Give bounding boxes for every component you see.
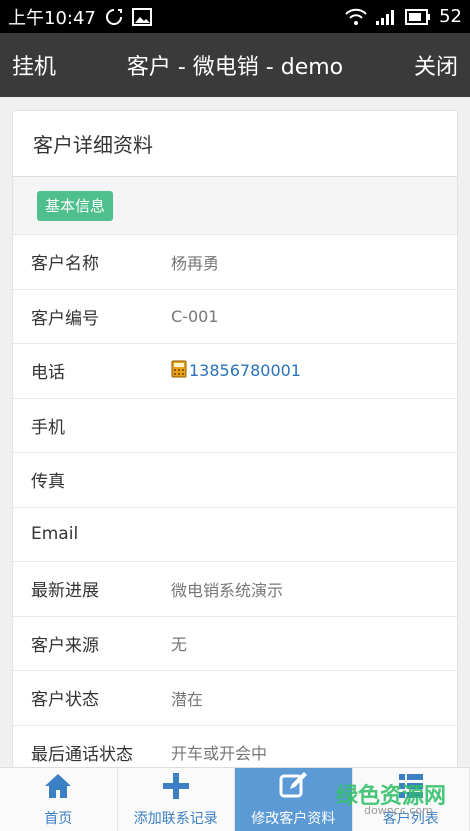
row-label: 客户状态 [31, 690, 99, 711]
status-bar: 上午10:47 52 [0, 0, 470, 33]
detail-row-progress: 最新进展 微电销系统演示 [13, 562, 457, 617]
nav-label: 首页 [44, 811, 73, 827]
row-label: 传真 [31, 472, 65, 493]
nav-home[interactable]: 首页 [0, 768, 118, 831]
row-label: 客户名称 [31, 254, 99, 275]
image-icon [131, 7, 152, 26]
status-right: 52 [345, 6, 462, 27]
phone-icon [171, 360, 187, 382]
section-header: 基本信息 [13, 177, 457, 235]
wifi-icon [345, 8, 367, 26]
plus-icon [162, 772, 190, 804]
row-value: 无 [171, 635, 188, 655]
watermark-url: downcc.com [364, 804, 433, 817]
detail-row-email: Email [13, 508, 457, 562]
section-badge: 基本信息 [37, 190, 114, 221]
battery-level: 52 [439, 6, 462, 27]
nav-edit-customer[interactable]: 修改客户资料 [235, 768, 353, 831]
nav-add-contact-record[interactable]: 添加联系记录 [118, 768, 235, 831]
page-title: 客户 - 微电销 - demo [126, 55, 344, 80]
sync-icon [104, 7, 124, 27]
customer-detail-card: 客户详细资料 基本信息 客户名称 杨再勇 客户编号 C-001 电话 13856… [12, 110, 458, 770]
row-value: 杨再勇 [171, 253, 220, 273]
row-label: Email [31, 524, 79, 545]
phone-link[interactable]: 13856780001 [171, 360, 301, 382]
detail-row-phone: 电话 13856780001 [13, 344, 457, 399]
status-time: 上午10:47 [8, 7, 96, 29]
row-value: 潜在 [171, 689, 204, 709]
nav-label: 添加联系记录 [133, 811, 218, 827]
signal-icon [375, 8, 397, 26]
detail-row-mobile: 手机 [13, 399, 457, 453]
row-value: C-001 [171, 306, 219, 326]
hangup-button[interactable]: 挂机 [12, 49, 56, 81]
detail-row-source: 客户来源 无 [13, 617, 457, 671]
detail-row-status: 客户状态 潜在 [13, 671, 457, 726]
detail-row-name: 客户名称 杨再勇 [13, 235, 457, 290]
row-label: 电话 [31, 363, 65, 384]
row-label: 客户来源 [31, 635, 99, 656]
card-title: 客户详细资料 [13, 111, 457, 177]
row-value: 微电销系统演示 [171, 580, 284, 600]
home-icon [43, 772, 73, 804]
edit-icon [279, 772, 308, 804]
close-button[interactable]: 关闭 [414, 49, 458, 81]
app-bar: 挂机 客户 - 微电销 - demo 关闭 [0, 33, 470, 97]
row-label: 手机 [31, 417, 65, 438]
detail-row-last-call: 最后通话状态 开车或开会中 [13, 726, 457, 770]
row-label: 客户编号 [31, 308, 99, 329]
nav-label: 修改客户资料 [251, 811, 336, 827]
row-label: 最新进展 [31, 581, 99, 602]
detail-row-fax: 传真 [13, 453, 457, 508]
row-value: 开车或开会中 [171, 744, 268, 764]
battery-icon [405, 8, 431, 25]
detail-row-code: 客户编号 C-001 [13, 290, 457, 344]
row-label: 最后通话状态 [31, 744, 133, 765]
status-left: 上午10:47 [8, 4, 152, 30]
phone-number: 13856780001 [189, 361, 301, 381]
